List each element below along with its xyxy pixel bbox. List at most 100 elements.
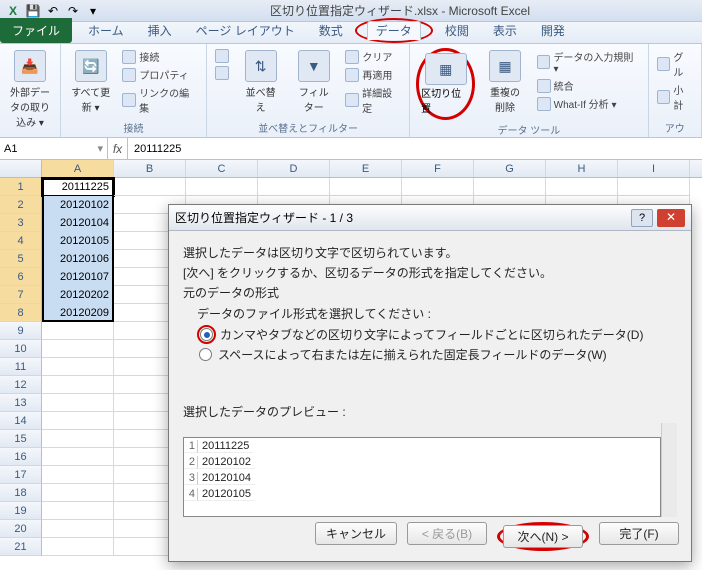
cell[interactable] bbox=[474, 178, 546, 196]
col-header-e[interactable]: E bbox=[330, 160, 402, 177]
row-header[interactable]: 16 bbox=[0, 448, 42, 466]
cell[interactable] bbox=[42, 322, 114, 340]
cell[interactable] bbox=[42, 376, 114, 394]
dialog-help-button[interactable]: ? bbox=[631, 209, 653, 227]
remove-duplicates-button[interactable]: ▦重複の削除 bbox=[481, 48, 528, 116]
back-button[interactable]: < 戻る(B) bbox=[407, 522, 487, 545]
cell[interactable] bbox=[546, 178, 618, 196]
row-header[interactable]: 9 bbox=[0, 322, 42, 340]
row-header[interactable]: 8 bbox=[0, 304, 42, 322]
undo-icon[interactable]: ↶ bbox=[44, 2, 62, 20]
cell[interactable] bbox=[186, 178, 258, 196]
cell[interactable]: 20120209 bbox=[42, 304, 114, 322]
row-header[interactable]: 3 bbox=[0, 214, 42, 232]
radio-delimited[interactable]: カンマやタブなどの区切り文字によってフィールドごとに区切られたデータ(D) bbox=[197, 325, 677, 344]
sort-button[interactable]: ⇅並べ替え bbox=[237, 48, 284, 116]
tab-review[interactable]: 校閲 bbox=[433, 18, 481, 43]
cell[interactable] bbox=[42, 466, 114, 484]
cell[interactable]: 20120107 bbox=[42, 268, 114, 286]
qat-dropdown-icon[interactable]: ▾ bbox=[84, 2, 102, 20]
row-header[interactable]: 2 bbox=[0, 196, 42, 214]
cell[interactable] bbox=[42, 502, 114, 520]
name-box[interactable]: A1▾ bbox=[0, 138, 108, 159]
cell[interactable] bbox=[42, 340, 114, 358]
filter-button[interactable]: ▼フィルター bbox=[290, 48, 337, 116]
excel-icon[interactable]: X bbox=[4, 2, 22, 20]
sort-desc-button[interactable] bbox=[213, 65, 231, 81]
cell[interactable]: 20120102 bbox=[42, 196, 114, 214]
row-header[interactable]: 11 bbox=[0, 358, 42, 376]
row-header[interactable]: 20 bbox=[0, 520, 42, 538]
advanced-button[interactable]: 詳細設定 bbox=[343, 84, 403, 116]
connections-button[interactable]: 接続 bbox=[120, 48, 200, 65]
cell[interactable] bbox=[258, 178, 330, 196]
cell[interactable] bbox=[42, 412, 114, 430]
col-header-i[interactable]: I bbox=[618, 160, 690, 177]
cell[interactable] bbox=[330, 178, 402, 196]
row-header[interactable]: 18 bbox=[0, 484, 42, 502]
tab-home[interactable]: ホーム bbox=[76, 18, 136, 43]
tab-view[interactable]: 表示 bbox=[481, 18, 529, 43]
properties-button[interactable]: プロパティ bbox=[120, 66, 200, 83]
row-header[interactable]: 13 bbox=[0, 394, 42, 412]
cell[interactable] bbox=[42, 358, 114, 376]
subtotal-button[interactable]: 小計 bbox=[655, 81, 695, 113]
consolidate-button[interactable]: 統合 bbox=[535, 77, 642, 94]
formula-input[interactable]: 20111225 bbox=[128, 138, 702, 159]
redo-icon[interactable]: ↷ bbox=[64, 2, 82, 20]
row-header[interactable]: 10 bbox=[0, 340, 42, 358]
finish-button[interactable]: 完了(F) bbox=[599, 522, 679, 545]
row-header[interactable]: 21 bbox=[0, 538, 42, 556]
col-header-f[interactable]: F bbox=[402, 160, 474, 177]
row-header[interactable]: 4 bbox=[0, 232, 42, 250]
save-icon[interactable]: 💾 bbox=[24, 2, 42, 20]
select-all-corner[interactable] bbox=[0, 160, 42, 177]
cell[interactable] bbox=[42, 448, 114, 466]
whatif-button[interactable]: What-If 分析 ▾ bbox=[535, 95, 642, 112]
text-to-columns-button[interactable]: ▦区切り位置 bbox=[421, 53, 470, 115]
reapply-button[interactable]: 再適用 bbox=[343, 66, 403, 83]
cell[interactable] bbox=[42, 538, 114, 556]
cell[interactable] bbox=[42, 430, 114, 448]
external-data-button[interactable]: 📥外部データの取り込み ▾ bbox=[6, 48, 54, 131]
col-header-c[interactable]: C bbox=[186, 160, 258, 177]
col-header-d[interactable]: D bbox=[258, 160, 330, 177]
row-header[interactable]: 17 bbox=[0, 466, 42, 484]
tab-insert[interactable]: 挿入 bbox=[136, 18, 184, 43]
row-header[interactable]: 19 bbox=[0, 502, 42, 520]
dialog-titlebar[interactable]: 区切り位置指定ウィザード - 1 / 3 ? ✕ bbox=[169, 205, 691, 231]
data-validation-button[interactable]: データの入力規則 ▾ bbox=[535, 48, 642, 76]
dialog-close-button[interactable]: ✕ bbox=[657, 209, 685, 227]
cancel-button[interactable]: キャンセル bbox=[315, 522, 397, 545]
fx-icon[interactable]: fx bbox=[108, 138, 128, 159]
cell[interactable]: 20120104 bbox=[42, 214, 114, 232]
cell[interactable] bbox=[42, 520, 114, 538]
cell[interactable]: 20120202 bbox=[42, 286, 114, 304]
clear-button[interactable]: クリア bbox=[343, 48, 403, 65]
tab-developer[interactable]: 開発 bbox=[529, 18, 577, 43]
tab-formulas[interactable]: 数式 bbox=[307, 18, 355, 43]
edit-links-button[interactable]: リンクの編集 bbox=[120, 84, 200, 116]
cell[interactable]: 20120105 bbox=[42, 232, 114, 250]
refresh-all-button[interactable]: 🔄すべて更新 ▾ bbox=[67, 48, 114, 116]
group-button[interactable]: グル bbox=[655, 48, 695, 80]
tab-file[interactable]: ファイル bbox=[0, 18, 72, 43]
tab-data[interactable]: データ bbox=[367, 21, 421, 40]
preview-scrollbar[interactable] bbox=[661, 423, 677, 517]
row-header[interactable]: 5 bbox=[0, 250, 42, 268]
col-header-g[interactable]: G bbox=[474, 160, 546, 177]
cell[interactable] bbox=[42, 484, 114, 502]
row-header[interactable]: 12 bbox=[0, 376, 42, 394]
radio-fixed-width[interactable]: スペースによって右または左に揃えられた固定長フィールドのデータ(W) bbox=[197, 346, 677, 363]
row-header[interactable]: 6 bbox=[0, 268, 42, 286]
cell[interactable]: 20120106 bbox=[42, 250, 114, 268]
cell[interactable]: 20111225 bbox=[42, 178, 114, 196]
tab-pagelayout[interactable]: ページ レイアウト bbox=[184, 18, 307, 43]
row-header[interactable]: 15 bbox=[0, 430, 42, 448]
row-header[interactable]: 1 bbox=[0, 178, 42, 196]
col-header-a[interactable]: A bbox=[42, 160, 114, 177]
row-header[interactable]: 14 bbox=[0, 412, 42, 430]
row-header[interactable]: 7 bbox=[0, 286, 42, 304]
col-header-b[interactable]: B bbox=[114, 160, 186, 177]
cell[interactable] bbox=[42, 394, 114, 412]
